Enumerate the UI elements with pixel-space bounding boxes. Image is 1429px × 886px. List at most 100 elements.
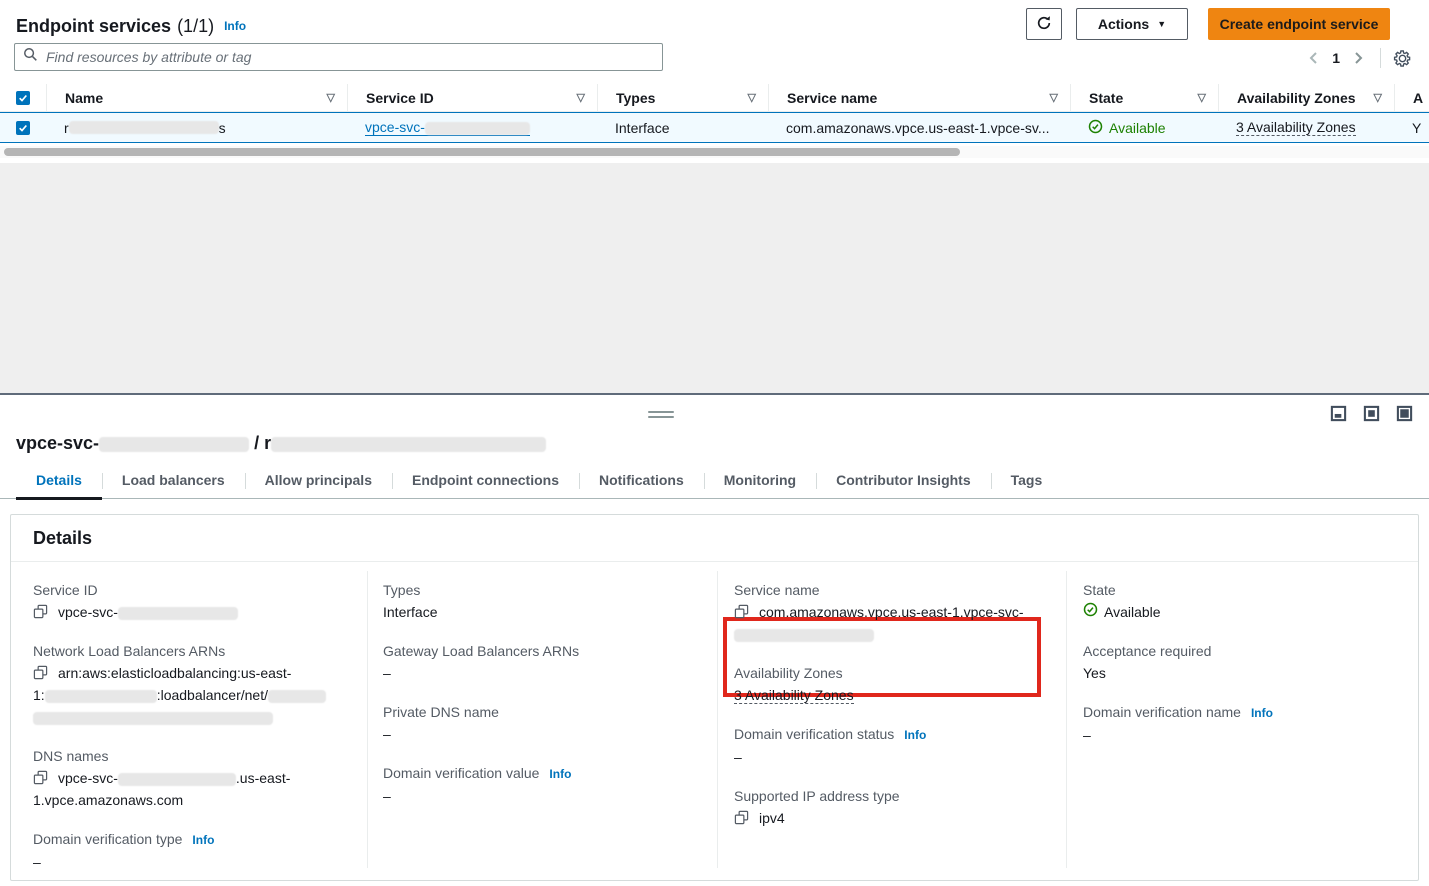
field-availability-zones: Availability Zones 3 Availability Zones xyxy=(734,662,1056,706)
chevron-down-icon: ▼ xyxy=(1157,19,1166,29)
search-input[interactable] xyxy=(46,49,654,65)
cell-types: Interface xyxy=(597,113,768,142)
copy-icon[interactable] xyxy=(33,770,48,785)
settings-gear-icon[interactable] xyxy=(1391,47,1413,69)
column-header-state[interactable]: State ▽ xyxy=(1070,84,1218,111)
table-section: Endpoint services (1/1) Info Actions ▼ C… xyxy=(0,0,1429,163)
panel-size-small-icon[interactable] xyxy=(1330,405,1347,422)
field-service-id: Service ID vpce-svc- xyxy=(33,579,358,623)
details-column-1: Service ID vpce-svc- Network Load Balanc… xyxy=(33,579,358,886)
tab-allow-principals[interactable]: Allow principals xyxy=(245,468,392,498)
field-domain-verification-name: Domain verification nameInfo – xyxy=(1083,701,1403,746)
split-panel-drag-handle[interactable] xyxy=(648,408,674,421)
divider xyxy=(367,571,368,868)
details-column-3: Service name com.amazonaws.vpce.us-east-… xyxy=(734,579,1056,846)
row-checkbox[interactable] xyxy=(16,121,30,135)
info-link[interactable]: Info xyxy=(549,767,571,781)
details-column-4: State Available Acceptance required Yes xyxy=(1083,579,1403,763)
actions-button[interactable]: Actions ▼ xyxy=(1076,8,1188,40)
tab-endpoint-connections[interactable]: Endpoint connections xyxy=(392,468,579,498)
resource-count: (1/1) xyxy=(177,16,214,37)
column-header-availability-zones[interactable]: Availability Zones ▽ xyxy=(1218,84,1394,111)
filter-icon[interactable]: ▽ xyxy=(748,91,756,104)
redacted-text xyxy=(45,690,157,703)
select-all-checkbox-cell xyxy=(0,84,46,111)
table-header: Name ▽ Service ID ▽ Types ▽ Service name… xyxy=(0,84,1429,112)
service-id-link[interactable]: vpce-svc- xyxy=(365,119,530,136)
field-gateway-lb-arns: Gateway Load Balancers ARNs – xyxy=(383,640,703,684)
tab-load-balancers[interactable]: Load balancers xyxy=(102,468,245,498)
tab-tags[interactable]: Tags xyxy=(991,468,1063,498)
redacted-text xyxy=(118,773,236,786)
divider xyxy=(717,571,718,868)
search-icon xyxy=(23,47,38,67)
field-service-name: Service name com.amazonaws.vpce.us-east-… xyxy=(734,579,1056,645)
copy-icon[interactable] xyxy=(33,604,48,619)
filter-icon[interactable]: ▽ xyxy=(327,91,335,104)
filter-icon[interactable]: ▽ xyxy=(1198,91,1206,104)
tab-contributor-insights[interactable]: Contributor Insights xyxy=(816,468,991,498)
column-header-types[interactable]: Types ▽ xyxy=(597,84,768,111)
panel-layout-controls xyxy=(1330,405,1413,422)
split-panel: vpce-svc- / r Details Load balancers All… xyxy=(0,393,1429,886)
redacted-text xyxy=(69,121,219,134)
redacted-text xyxy=(99,437,249,452)
divider xyxy=(1380,48,1381,68)
horizontal-scrollbar xyxy=(0,146,1429,158)
info-link[interactable]: Info xyxy=(192,833,214,847)
redacted-text xyxy=(33,712,273,725)
field-domain-verification-status: Domain verification statusInfo – xyxy=(734,723,1056,768)
select-all-checkbox[interactable] xyxy=(16,91,30,105)
refresh-button[interactable] xyxy=(1026,8,1062,40)
availability-zones-trigger[interactable]: 3 Availability Zones xyxy=(734,687,854,704)
column-header-name[interactable]: Name ▽ xyxy=(46,84,347,111)
check-circle-icon xyxy=(1088,119,1103,137)
column-header-acceptance[interactable]: A xyxy=(1394,84,1429,111)
tab-monitoring[interactable]: Monitoring xyxy=(704,468,816,498)
info-link[interactable]: Info xyxy=(224,19,246,33)
column-header-service-id[interactable]: Service ID ▽ xyxy=(347,84,597,111)
redacted-text xyxy=(268,690,326,703)
redacted-text xyxy=(118,607,238,620)
aws-endpoint-services-page: Endpoint services (1/1) Info Actions ▼ C… xyxy=(0,0,1429,886)
copy-icon[interactable] xyxy=(734,810,749,825)
details-card-heading: Details xyxy=(11,515,1418,562)
copy-icon[interactable] xyxy=(33,665,48,680)
previous-page-button[interactable] xyxy=(1302,47,1324,69)
availability-zones-trigger[interactable]: 3 Availability Zones xyxy=(1236,119,1356,136)
redacted-text xyxy=(425,122,530,135)
info-link[interactable]: Info xyxy=(1251,706,1273,720)
page-number[interactable]: 1 xyxy=(1332,50,1340,66)
cell-availability-zones: 3 Availability Zones xyxy=(1218,113,1394,142)
panel-size-large-icon[interactable] xyxy=(1396,405,1413,422)
tab-details[interactable]: Details xyxy=(16,468,102,498)
filter-icon[interactable]: ▽ xyxy=(1374,91,1382,104)
cell-acceptance: Y xyxy=(1394,113,1429,142)
redacted-text xyxy=(734,629,874,642)
copy-icon[interactable] xyxy=(734,604,749,619)
details-grid: Service ID vpce-svc- Network Load Balanc… xyxy=(11,563,1418,880)
field-supported-ip-address-type: Supported IP address type ipv4 xyxy=(734,785,1056,829)
scrollbar-thumb[interactable] xyxy=(4,148,960,156)
filter-icon[interactable]: ▽ xyxy=(577,91,585,104)
field-domain-verification-value: Domain verification valueInfo – xyxy=(383,762,703,807)
tab-notifications[interactable]: Notifications xyxy=(579,468,704,498)
search-box[interactable] xyxy=(14,43,663,71)
page-title: Endpoint services xyxy=(16,16,171,37)
column-header-service-name[interactable]: Service name ▽ xyxy=(768,84,1070,111)
field-nlb-arns: Network Load Balancers ARNs arn:aws:elas… xyxy=(33,640,358,728)
details-column-2: Types Interface Gateway Load Balancers A… xyxy=(383,579,703,824)
split-panel-title: vpce-svc- / r xyxy=(16,433,546,454)
field-domain-verification-type: Domain verification typeInfo – xyxy=(33,828,358,873)
next-page-button[interactable] xyxy=(1348,47,1370,69)
create-endpoint-service-button[interactable]: Create endpoint service xyxy=(1208,8,1390,40)
panel-size-medium-icon[interactable] xyxy=(1363,405,1380,422)
check-circle-icon xyxy=(1083,601,1098,623)
field-private-dns-name: Private DNS name – xyxy=(383,701,703,745)
table-row[interactable]: r s vpce-svc- Interface com.amazonaws.vp… xyxy=(0,112,1429,143)
info-link[interactable]: Info xyxy=(904,728,926,742)
field-dns-names: DNS names vpce-svc-.us-east- 1.vpce.amaz… xyxy=(33,745,358,811)
redacted-text xyxy=(271,437,546,452)
divider xyxy=(1066,571,1067,868)
filter-icon[interactable]: ▽ xyxy=(1050,91,1058,104)
